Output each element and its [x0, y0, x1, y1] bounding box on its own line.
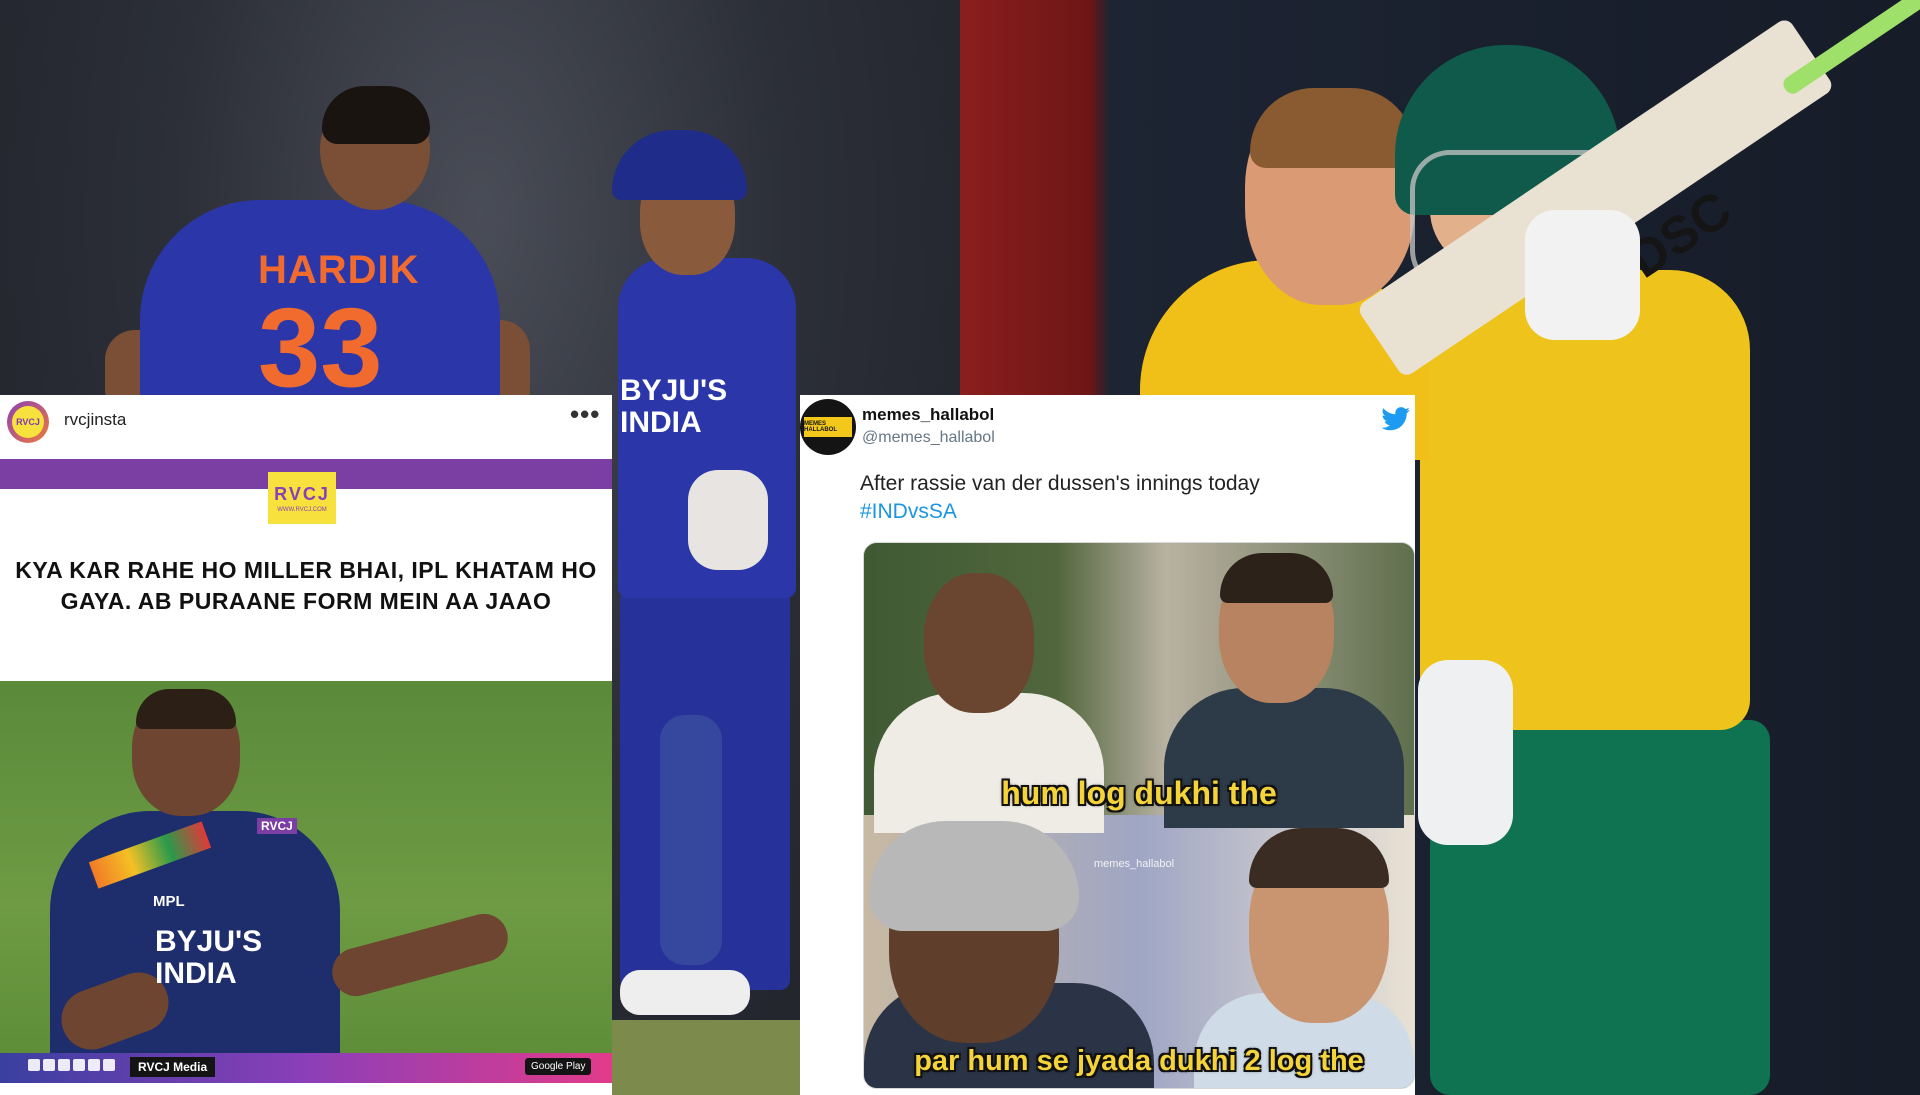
avatar[interactable]: RVCJ: [7, 401, 49, 443]
meme-person-1-body: [874, 693, 1104, 833]
photo-watermark: RVCJ: [257, 818, 297, 834]
jersey-mpl-logo: MPL: [153, 893, 185, 910]
meme-person-1-head: [924, 573, 1034, 713]
tweet: MEMES HALLABOL memes_hallabol @memes_hal…: [800, 395, 1415, 1095]
play-icon: [103, 1059, 115, 1071]
post-header: RVCJ rvcjinsta •••: [0, 395, 612, 459]
meme-person-2-hair: [1220, 553, 1333, 603]
footer-brand: RVCJ Media: [130, 1057, 216, 1077]
avatar-logo: RVCJ: [12, 406, 44, 438]
batting-glove-lower: [1418, 660, 1513, 845]
rvcj-logo-text: RVCJ: [274, 483, 330, 504]
keeper-pad: [660, 715, 722, 965]
post-caption: KYA KAR RAHE HO MILLER BHAI, IPL KHATAM …: [15, 557, 597, 615]
username[interactable]: rvcjinsta: [64, 410, 126, 430]
meme-person-3-hair: [869, 821, 1079, 931]
tweet-text-line: After rassie van der dussen's innings to…: [860, 472, 1260, 495]
google-play-badge[interactable]: Google Play: [525, 1058, 592, 1075]
batting-glove: [1525, 210, 1640, 340]
snapchat-icon: [88, 1059, 100, 1071]
social-icons: [28, 1059, 115, 1071]
facebook-icon: [28, 1059, 40, 1071]
keeper-glove: [688, 470, 768, 570]
keeper-jersey-sponsor: BYJU'S INDIA: [620, 374, 728, 439]
player-right-arm: [326, 908, 514, 1002]
hashtag-link[interactable]: #INDvsSA: [860, 498, 1390, 526]
jersey-sponsor: BYJU'S INDIA: [155, 925, 263, 990]
meme-caption-bottom: par hum se jyada dukhi 2 log the: [914, 1045, 1364, 1077]
rvcj-logo: RVCJ WWW.RVCJ.COM: [268, 472, 336, 524]
instagram-icon: [43, 1059, 55, 1071]
post-photo: MPL BYJU'S INDIA RVCJ: [0, 681, 612, 1053]
youtube-icon: [58, 1059, 70, 1071]
user-handle[interactable]: @memes_hallabol: [862, 429, 995, 447]
jersey-number: 33: [258, 285, 383, 410]
pitch-grass: [600, 1020, 800, 1095]
post-footer-banner: RVCJ Media Google Play: [0, 1053, 612, 1083]
instagram-post: RVCJ rvcjinsta ••• RVCJ WWW.RVCJ.COM KYA…: [0, 395, 612, 1095]
meme-watermark: memes_hallabol: [1094, 858, 1175, 870]
hardik-hair: [322, 86, 430, 144]
keeper-cap: [612, 130, 747, 200]
rvcj-logo-url: WWW.RVCJ.COM: [277, 506, 327, 513]
tweet-image[interactable]: memes_hallabol hum log dukhi the par hum…: [863, 542, 1415, 1089]
avatar[interactable]: MEMES HALLABOL: [800, 399, 856, 455]
twitter-icon: [73, 1059, 85, 1071]
more-options-icon[interactable]: •••: [570, 399, 600, 430]
tweet-text: After rassie van der dussen's innings to…: [860, 470, 1390, 527]
avatar-logo: MEMES HALLABOL: [804, 417, 852, 437]
meme-caption-top: hum log dukhi the: [1001, 775, 1277, 811]
display-name[interactable]: memes_hallabol: [862, 405, 994, 425]
keeper-shoe: [620, 970, 750, 1015]
twitter-bird-icon: [1381, 407, 1410, 431]
player-hair: [136, 689, 236, 729]
